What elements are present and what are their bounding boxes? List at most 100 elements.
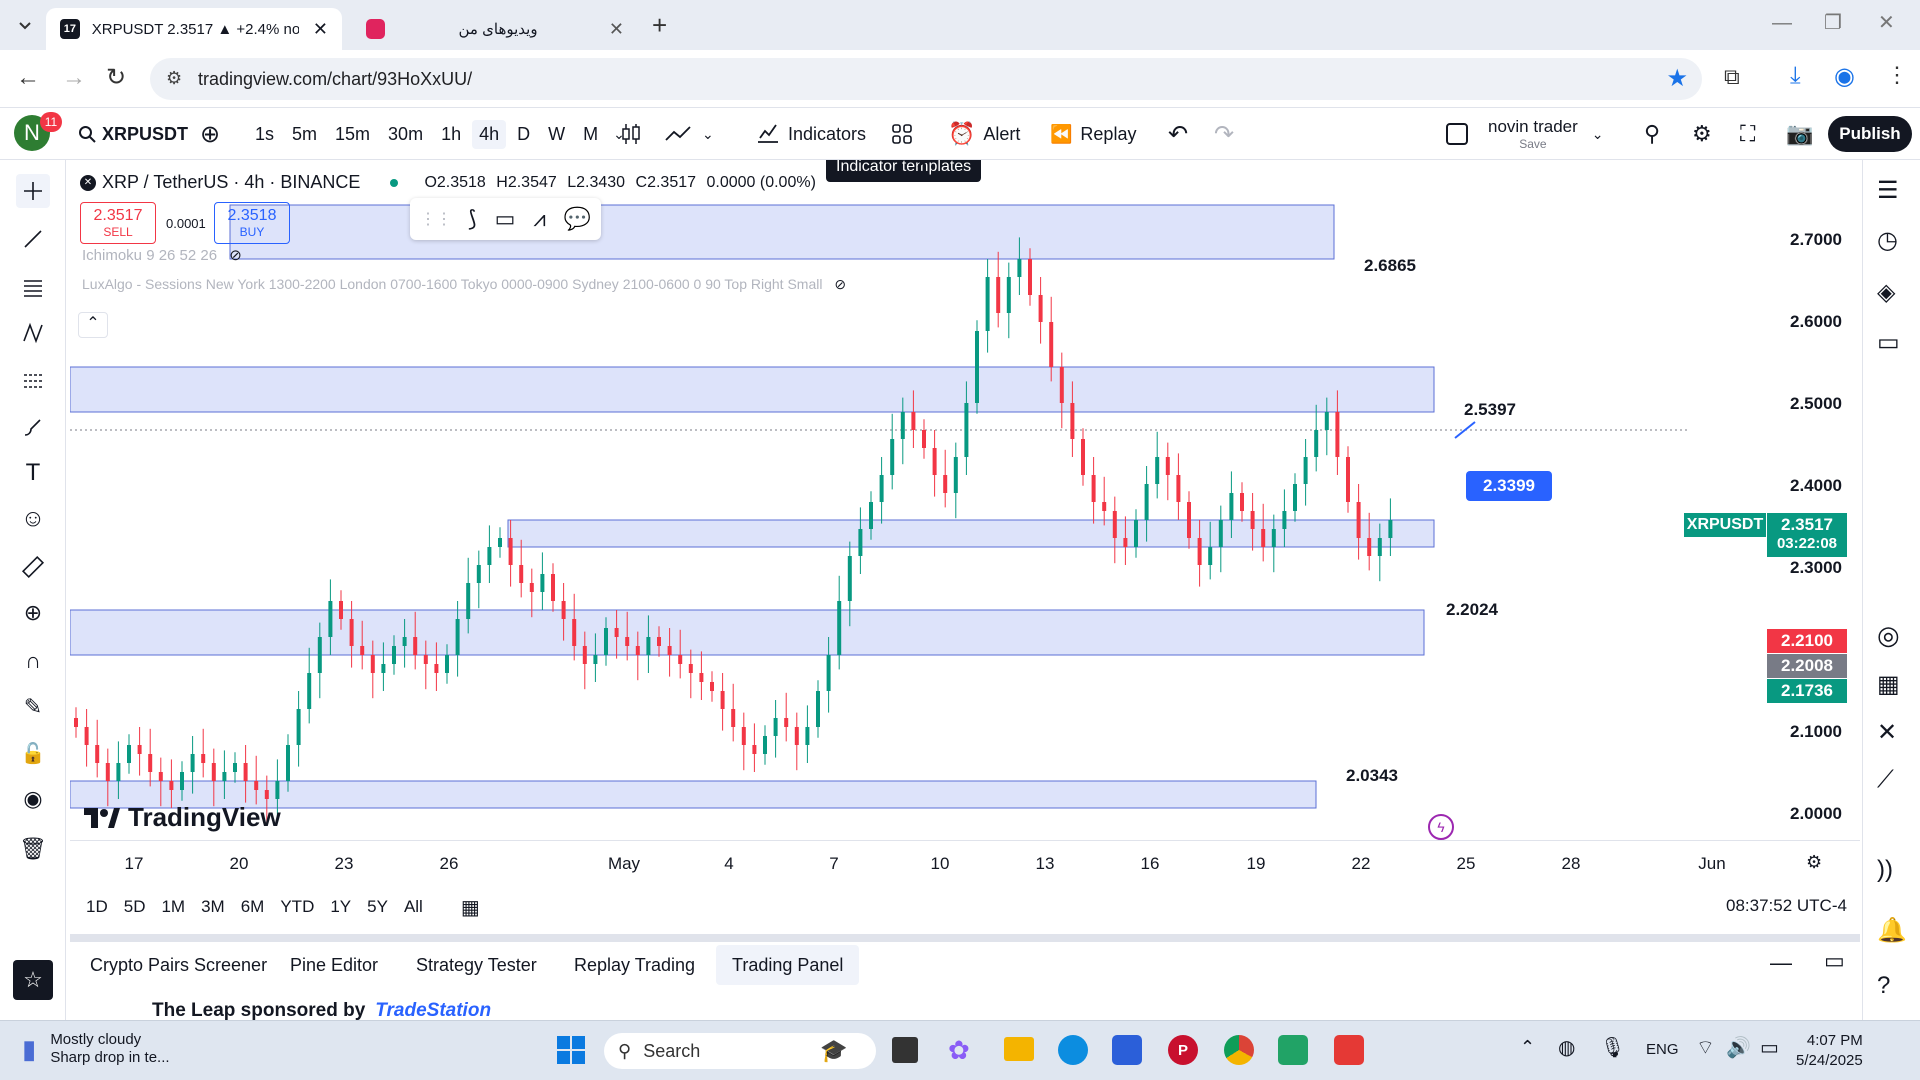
promo-banner[interactable]: The Leap sponsored by TradeStation	[152, 1002, 491, 1020]
sell-button[interactable]: 2.3517 SELL	[80, 202, 156, 244]
network-globe-icon[interactable]: ◍	[1558, 1035, 1575, 1060]
fullscreen-icon[interactable]: ⛶	[1740, 108, 1755, 160]
tab-trading-panel[interactable]: Trading Panel	[716, 945, 860, 985]
range-all[interactable]: All	[404, 897, 423, 917]
wifi-icon[interactable]: ⌔	[1696, 1035, 1715, 1060]
redo-icon[interactable]: ↷	[1214, 108, 1234, 160]
tab-pine-editor[interactable]: Pine Editor	[274, 945, 394, 985]
chevron-up-icon[interactable]: ⌃	[1520, 1037, 1535, 1058]
price-zone[interactable]	[70, 609, 1425, 656]
buy-button[interactable]: 2.3518 BUY	[214, 202, 290, 244]
taskbar-search[interactable]: ⚲ Search 🎓	[604, 1033, 876, 1069]
timeframe-4h[interactable]: 4h	[472, 119, 507, 149]
microphone-icon[interactable]: 🎙	[1600, 1035, 1625, 1060]
ruler-icon[interactable]	[16, 550, 50, 584]
chevron-down-icon[interactable]: ⌄	[1592, 126, 1604, 143]
alert-button[interactable]: ⏰ Alert	[948, 108, 1020, 160]
watchlist-icon[interactable]: ☰	[1877, 176, 1899, 205]
range-5d[interactable]: 5D	[124, 897, 146, 917]
help-icon[interactable]: ?	[1877, 972, 1890, 1000]
trash-icon[interactable]: 🗑	[16, 832, 50, 866]
timeframe-5m[interactable]: 5m	[285, 120, 324, 149]
camera-icon[interactable]: 📷	[1786, 108, 1813, 160]
text-tool-icon[interactable]: T	[16, 456, 50, 490]
back-icon[interactable]: ←	[16, 64, 40, 92]
axis-settings-icon[interactable]: ⚙	[1806, 852, 1822, 873]
tab-tradingview[interactable]: 17 XRPUSDT 2.3517 ▲ +2.4% novi ✕	[46, 8, 342, 50]
layers-icon[interactable]: ◈	[1877, 278, 1895, 307]
quick-search-icon[interactable]: ⚲	[1644, 108, 1660, 160]
date-range-calendar-icon[interactable]: ▦	[461, 895, 480, 920]
site-info-icon[interactable]: ⚙	[166, 68, 182, 89]
replay-button[interactable]: ⏪ Replay	[1050, 108, 1136, 160]
forward-icon[interactable]: →	[62, 64, 86, 92]
minimize-panel-icon[interactable]: —	[1770, 950, 1792, 976]
chat-icon[interactable]: ▭	[1877, 328, 1900, 357]
start-windows-icon[interactable]	[556, 1035, 586, 1065]
trend-line-icon[interactable]	[16, 222, 50, 256]
restore-icon[interactable]: ❐	[1824, 10, 1842, 35]
range-1y[interactable]: 1Y	[330, 897, 351, 917]
fib-lines-icon[interactable]	[16, 270, 50, 304]
indicator-luxalgo[interactable]: LuxAlgo - Sessions New York 1300-2200 Lo…	[82, 276, 846, 293]
target-icon[interactable]: ◎	[1877, 620, 1900, 651]
callout-tool-icon[interactable]: 💬	[564, 206, 591, 232]
lightning-event-icon[interactable]: ϟ	[1428, 814, 1454, 840]
chart-pane[interactable]: ✕ XRP / TetherUS · 4h · BINANCE O2.3518 …	[70, 160, 1860, 880]
eye-icon[interactable]: ◉	[16, 782, 50, 816]
alerts-clock-icon[interactable]: ◷	[1877, 226, 1898, 255]
maximize-panel-icon[interactable]: ▭	[1824, 948, 1845, 974]
line-chart-button[interactable]: ⌄	[664, 108, 714, 160]
price-zone[interactable]	[70, 366, 1435, 413]
panel-divider[interactable]	[70, 934, 1860, 942]
eye-hidden-icon[interactable]: ⊘	[834, 276, 846, 292]
range-ytd[interactable]: YTD	[280, 897, 314, 917]
favorites-star-icon[interactable]: ☆	[13, 960, 53, 1000]
stay-drawing-icon[interactable]: ✎	[16, 690, 50, 724]
app-green-icon[interactable]	[1278, 1035, 1308, 1065]
tab-videos[interactable]: ویدیوهای من ✕	[352, 8, 638, 50]
zoom-in-icon[interactable]: ⊕	[16, 596, 50, 630]
timeframe-15m[interactable]: 15m	[328, 120, 377, 149]
ideas-icon[interactable]: ✕	[1877, 718, 1897, 747]
crosshair-icon[interactable]	[16, 174, 50, 208]
menu-icon[interactable]: ⋮	[1886, 62, 1908, 88]
window-close-icon[interactable]: ✕	[1878, 10, 1895, 35]
magnet-icon[interactable]: ∩	[16, 644, 50, 678]
app-red-icon[interactable]	[1334, 1035, 1364, 1065]
reload-icon[interactable]: ↻	[106, 63, 126, 92]
pine-icon[interactable]: ⟋	[1877, 766, 1894, 794]
timeframe-m[interactable]: M	[576, 120, 605, 149]
wave-tool-icon[interactable]: ⩘	[533, 206, 545, 232]
emoji-icon[interactable]: ☺	[16, 502, 50, 536]
weather-widget[interactable]: ▮ Mostly cloudy Sharp drop in te...	[22, 1031, 170, 1067]
pattern-icon[interactable]	[16, 316, 50, 350]
drag-handle-icon[interactable]: ⋮⋮	[420, 209, 452, 229]
chrome-icon[interactable]	[1224, 1035, 1254, 1065]
layout-menu[interactable]: novin trader Save ⌄	[1446, 108, 1604, 160]
price-chart[interactable]	[70, 160, 1860, 880]
indicator-templates-button[interactable]	[890, 108, 914, 160]
system-clock[interactable]: 4:07 PM 5/24/2025	[1796, 1031, 1863, 1072]
legend-title[interactable]: XRP / TetherUS · 4h · BINANCE	[102, 172, 360, 193]
file-explorer-icon[interactable]	[1004, 1037, 1034, 1061]
close-icon[interactable]: ✕	[313, 19, 328, 40]
symbol-search[interactable]: XRPUSDT	[78, 108, 188, 160]
bookmark-star-icon[interactable]: ★	[1666, 64, 1688, 93]
minimize-icon[interactable]: —	[1772, 12, 1792, 35]
range-3m[interactable]: 3M	[201, 897, 225, 917]
app-p-icon[interactable]: P	[1168, 1035, 1198, 1065]
collapse-legend-icon[interactable]: ⌃	[78, 312, 108, 338]
language-indicator[interactable]: ENG	[1646, 1041, 1679, 1058]
brush-icon[interactable]	[16, 410, 50, 444]
range-5y[interactable]: 5Y	[367, 897, 388, 917]
price-zone[interactable]	[229, 204, 1335, 260]
store-icon[interactable]	[1112, 1035, 1142, 1065]
battery-icon[interactable]: ▭	[1760, 1035, 1779, 1060]
extensions-icon[interactable]: ⧉	[1724, 64, 1740, 90]
tab-search-icon[interactable]	[14, 14, 36, 36]
broadcast-icon[interactable]: ))	[1877, 856, 1893, 884]
settings-gear-icon[interactable]: ⚙	[1692, 108, 1712, 160]
indicators-button[interactable]: Indicators	[756, 108, 866, 160]
task-view-icon[interactable]	[892, 1037, 918, 1063]
